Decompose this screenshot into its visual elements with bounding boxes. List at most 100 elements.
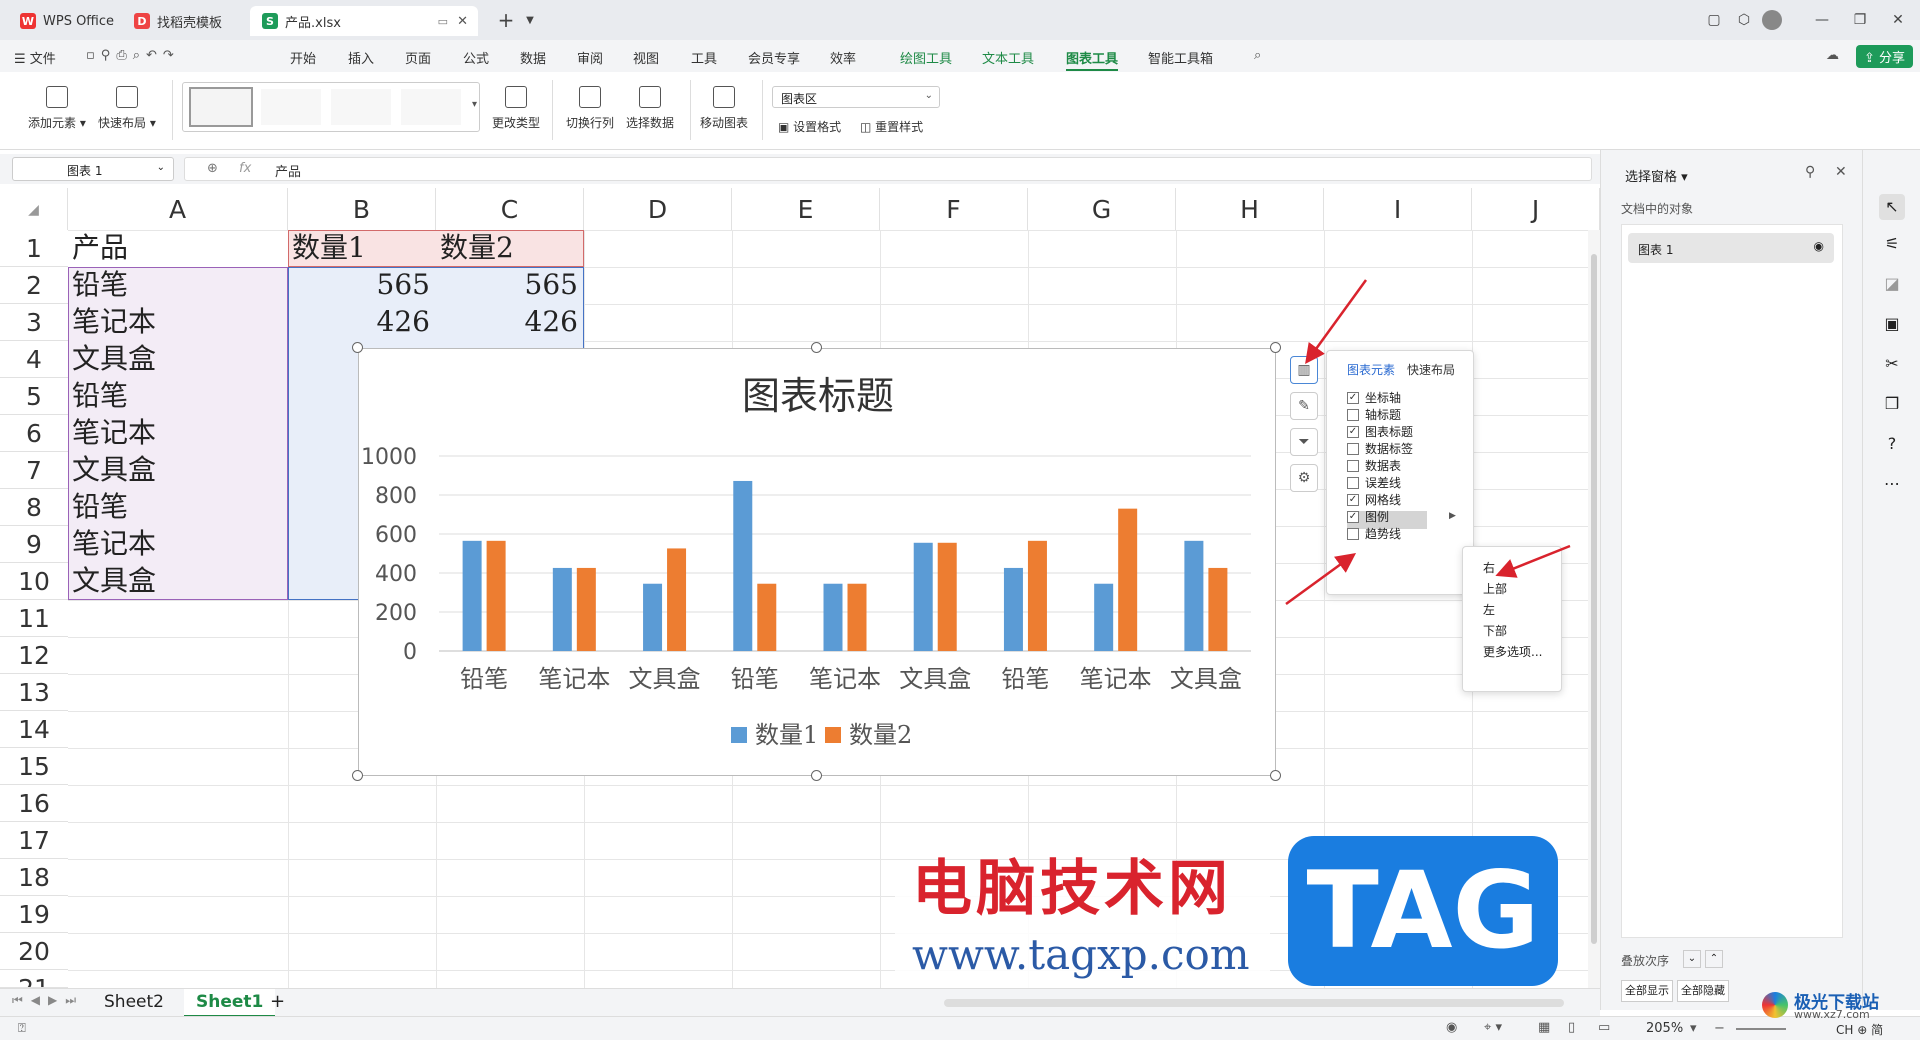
eye-protect-icon[interactable]: ◉: [1446, 1020, 1457, 1035]
checkbox-checked-icon[interactable]: ✓: [1347, 391, 1359, 404]
zoom-dropdown-icon[interactable]: ▾: [1690, 1021, 1697, 1036]
tab-wps-office[interactable]: W WPS Office: [8, 6, 118, 36]
chart-style-2[interactable]: [261, 89, 321, 125]
shape-icon[interactable]: ◪: [1879, 274, 1905, 293]
screen-icon[interactable]: ▭: [438, 15, 448, 28]
add-sheet-icon[interactable]: +: [270, 991, 285, 1012]
menu-page[interactable]: 页面: [405, 48, 431, 67]
move-down-icon[interactable]: ⌄: [1683, 950, 1701, 968]
cube-icon[interactable]: ⬡: [1732, 8, 1756, 32]
macro-icon[interactable]: ⍰: [18, 1021, 26, 1036]
book-icon[interactable]: ❒: [1879, 394, 1905, 413]
page-break-icon[interactable]: ▭: [1598, 1020, 1610, 1035]
chart-element-option[interactable]: ✓ 坐标轴: [1347, 389, 1401, 406]
show-all-button[interactable]: 全部显示: [1621, 980, 1673, 1002]
minimize-icon[interactable]: —: [1810, 8, 1834, 32]
menu-chart-tools[interactable]: 图表工具: [1066, 48, 1119, 71]
checkbox-icon[interactable]: [1347, 459, 1359, 472]
add-element-button[interactable]: 添加元素 ▾: [28, 86, 86, 131]
normal-view-icon[interactable]: ▦: [1538, 1020, 1550, 1035]
menu-view[interactable]: 视图: [633, 48, 659, 67]
menu-efficiency[interactable]: 效率: [830, 48, 856, 67]
help-icon[interactable]: ?: [1879, 434, 1905, 453]
close-tab-icon[interactable]: ✕: [457, 14, 468, 29]
checkbox-icon[interactable]: [1347, 527, 1359, 540]
switch-row-col-button[interactable]: 切换行列: [566, 86, 614, 131]
pin-icon[interactable]: ⚲: [1805, 164, 1815, 180]
select-data-button[interactable]: 选择数据: [626, 86, 674, 131]
zoom-out-icon[interactable]: −: [1714, 1021, 1725, 1036]
checkbox-checked-icon[interactable]: ✓: [1347, 510, 1359, 523]
tools-icon[interactable]: ✂: [1879, 354, 1905, 373]
tab-product-xlsx[interactable]: S 产品.xlsx ▭ ✕: [250, 6, 478, 36]
chart-element-option[interactable]: 数据表: [1347, 457, 1401, 474]
quick-access-icons[interactable]: ▫⚲⎙⌕↶↷: [86, 48, 180, 63]
page-layout-icon[interactable]: ▯: [1568, 1020, 1575, 1035]
formula-input[interactable]: ⊕ fx 产品: [184, 157, 1592, 181]
hide-all-button[interactable]: 全部隐藏: [1677, 980, 1729, 1002]
sheet-tab-sheet1[interactable]: Sheet1: [184, 989, 276, 1017]
image-icon[interactable]: ▣: [1879, 314, 1905, 333]
menu-start[interactable]: 开始: [290, 48, 316, 67]
checkbox-icon[interactable]: [1347, 476, 1359, 489]
change-type-button[interactable]: 更改类型: [492, 86, 540, 131]
new-tab-icon[interactable]: +: [494, 8, 518, 32]
chart-style-4[interactable]: [401, 89, 461, 125]
sheet-nav-icons[interactable]: ⏮◀▶⏭: [12, 993, 84, 1008]
move-up-icon[interactable]: ⌃: [1705, 950, 1723, 968]
sheet-tab-sheet2[interactable]: Sheet2: [104, 992, 164, 1012]
cloud-icon[interactable]: ☁: [1826, 48, 1839, 63]
more-icon[interactable]: ⋯: [1879, 474, 1905, 493]
cursor-icon[interactable]: ↖: [1879, 194, 1905, 220]
chart-element-option[interactable]: 趋势线: [1347, 525, 1401, 542]
menu-review[interactable]: 审阅: [577, 48, 603, 67]
eye-icon[interactable]: ◉: [1814, 239, 1824, 253]
chart-element-option[interactable]: 误差线: [1347, 474, 1401, 491]
menu-insert[interactable]: 插入: [348, 48, 374, 67]
tab-docer-templates[interactable]: D 找稻壳模板: [122, 6, 246, 36]
zoom-slider[interactable]: [1736, 1028, 1786, 1030]
chart-element-select[interactable]: 图表区 ⌄: [772, 86, 940, 108]
set-format-button[interactable]: ▣ 设置格式: [778, 118, 841, 135]
quick-layout-button[interactable]: 快速布局 ▾: [98, 86, 156, 131]
menu-text-tools[interactable]: 文本工具: [982, 48, 1034, 67]
view-settings-icon[interactable]: ⌖ ▾: [1484, 1020, 1502, 1035]
name-box[interactable]: 图表 1 ⌄: [12, 157, 174, 181]
chart-element-option[interactable]: ✓ 图表标题: [1347, 423, 1413, 440]
layout-icon[interactable]: ▢: [1702, 8, 1726, 32]
spreadsheet-grid[interactable]: ◢ A B C D E F G H I J 1 2 3 4 5 6 7 8 9 …: [0, 188, 1600, 990]
menu-formula[interactable]: 公式: [463, 48, 489, 67]
close-window-icon[interactable]: ✕: [1886, 8, 1910, 32]
menu-member[interactable]: 会员专享: [748, 48, 800, 67]
checkbox-checked-icon[interactable]: ✓: [1347, 425, 1359, 438]
restore-icon[interactable]: ❐: [1848, 8, 1872, 32]
chart-element-option[interactable]: ✓ 图例: [1347, 508, 1389, 525]
menu-data[interactable]: 数据: [520, 48, 546, 67]
checkbox-icon[interactable]: [1347, 442, 1359, 455]
menu-drawing-tools[interactable]: 绘图工具: [900, 48, 952, 67]
checkbox-icon[interactable]: [1347, 408, 1359, 421]
horizontal-scrollbar[interactable]: [944, 999, 1564, 1007]
chart-element-option[interactable]: 数据标签: [1347, 440, 1413, 457]
share-button[interactable]: ⇪ 分享: [1856, 45, 1914, 68]
tab-dropdown-icon[interactable]: ▼: [518, 8, 542, 32]
scroll-thumb[interactable]: [1591, 254, 1597, 944]
chart-style-1[interactable]: [189, 87, 253, 127]
zoom-level[interactable]: 205%: [1646, 1021, 1683, 1036]
settings-slider-icon[interactable]: ⚟: [1879, 234, 1905, 253]
close-icon[interactable]: ✕: [1835, 164, 1847, 180]
chart-element-option[interactable]: ✓ 网格线: [1347, 491, 1401, 508]
menu-tools[interactable]: 工具: [691, 48, 717, 67]
pane-title[interactable]: 选择窗格 ▾: [1625, 166, 1688, 185]
zoom-formula-icon[interactable]: ⊕: [207, 161, 218, 176]
chart-element-option[interactable]: 轴标题: [1347, 406, 1401, 423]
search-icon[interactable]: ⌕: [1254, 48, 1261, 63]
avatar[interactable]: [1762, 10, 1782, 30]
menu-smart-toolbox[interactable]: 智能工具箱: [1148, 48, 1213, 67]
vertical-scrollbar[interactable]: [1588, 230, 1600, 988]
move-chart-button[interactable]: 移动图表: [700, 86, 748, 131]
file-menu[interactable]: ☰ 文件: [14, 48, 56, 67]
gallery-expand-icon[interactable]: ▾: [472, 99, 477, 110]
object-item-chart[interactable]: 图表 1 ◉: [1628, 233, 1834, 263]
checkbox-checked-icon[interactable]: ✓: [1347, 493, 1359, 506]
